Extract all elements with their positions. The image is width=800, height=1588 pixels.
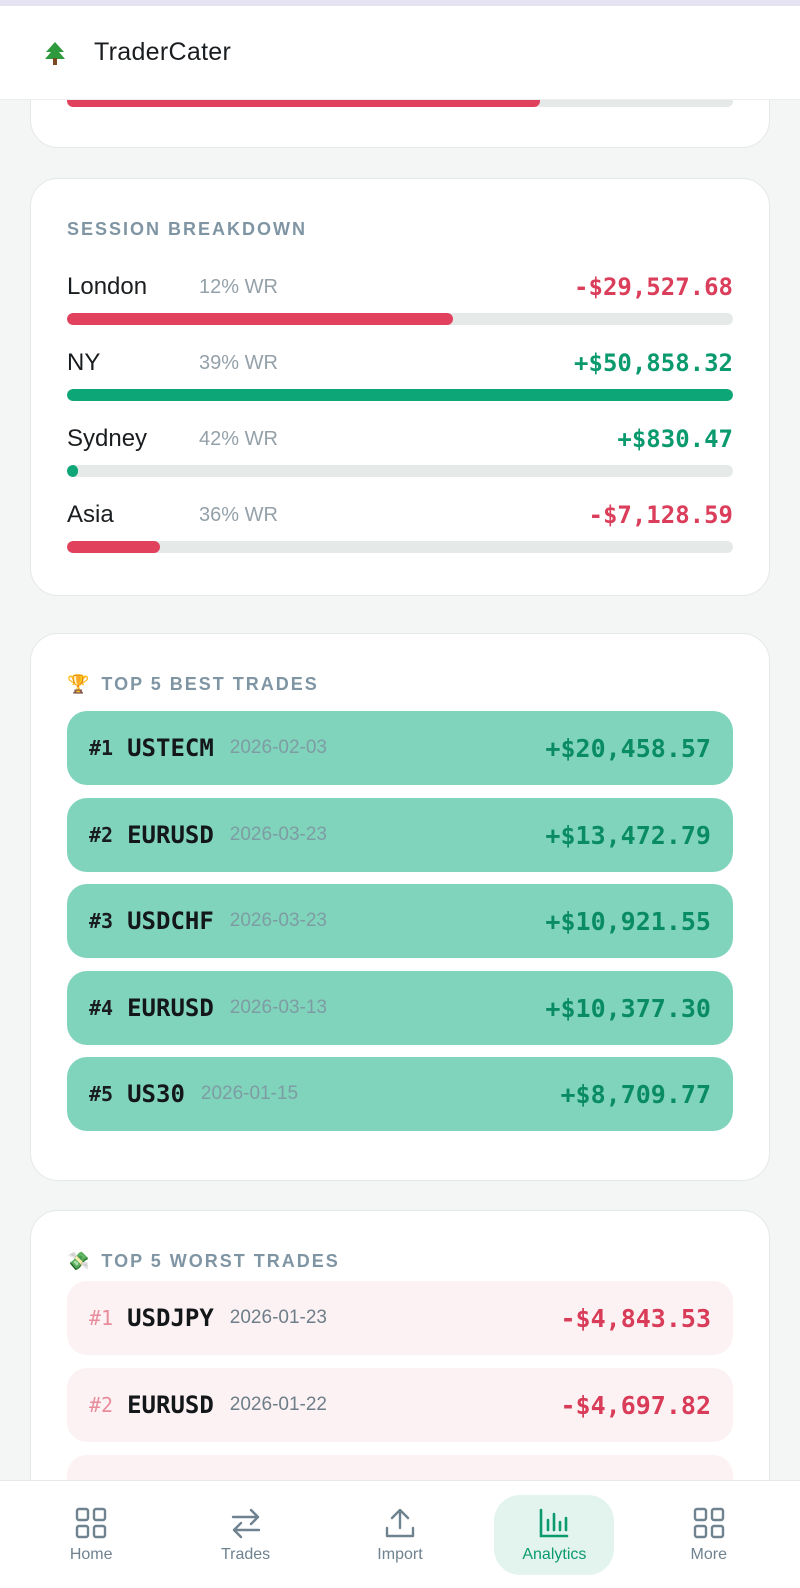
- nav-label: Import: [377, 1545, 423, 1563]
- nav-item-import[interactable]: Import: [340, 1495, 460, 1575]
- session-row-london: London 12% WR -$29,527.68: [67, 273, 733, 313]
- session-row-ny: NY 39% WR +$50,858.32: [67, 349, 733, 389]
- trade-symbol: EURUSD: [127, 821, 214, 849]
- grid-icon: [693, 1507, 724, 1538]
- best-trades-title: TOP 5 BEST TRADES: [101, 674, 319, 694]
- session-breakdown-card: SESSION BREAKDOWN London 12% WR -$29,527…: [30, 178, 770, 596]
- trade-symbol: US30: [127, 1080, 185, 1108]
- session-win-rate: 12% WR: [199, 276, 278, 298]
- trade-symbol: EURUSD: [127, 994, 214, 1022]
- trade-symbol: USDJPY: [127, 1304, 214, 1332]
- best-trade-row[interactable]: #1 USTECM 2026-02-03 +$20,458.57: [67, 711, 733, 785]
- trade-symbol: USDCHF: [127, 907, 214, 935]
- section-title-session-breakdown: SESSION BREAKDOWN: [67, 219, 308, 239]
- nav-item-home[interactable]: Home: [31, 1495, 151, 1575]
- upload-icon: [385, 1508, 415, 1537]
- swap-arrows-icon: [231, 1508, 260, 1538]
- worst-trade-row-partial[interactable]: [67, 1455, 733, 1480]
- trade-amount: +$10,377.30: [545, 993, 711, 1023]
- bar-chart-icon: [540, 1508, 569, 1537]
- session-name: Asia: [67, 501, 114, 528]
- trade-rank: #4: [89, 996, 114, 1020]
- bottom-nav: Home Trades Import Analytics More: [0, 1480, 800, 1588]
- nav-item-trades[interactable]: Trades: [186, 1495, 306, 1575]
- nav-label: Home: [69, 1545, 113, 1563]
- trade-amount: +$13,472.79: [545, 820, 711, 850]
- trade-date: 2026-01-15: [200, 1083, 299, 1104]
- session-name: London: [67, 273, 148, 300]
- worst-trades-title: TOP 5 WORST TRADES: [101, 1251, 340, 1271]
- nav-item-more[interactable]: More: [649, 1495, 769, 1575]
- section-title-worst-trades: 💸 TOP 5 WORST TRADES: [67, 1251, 340, 1272]
- app-header: TraderCater: [0, 6, 800, 100]
- nav-item-analytics[interactable]: Analytics: [494, 1494, 615, 1575]
- session-row-asia: Asia 36% WR -$7,128.59: [67, 501, 733, 541]
- session-amount: +$830.47: [617, 425, 733, 453]
- session-name: Sydney: [67, 425, 148, 452]
- session-win-rate: 36% WR: [199, 504, 278, 526]
- best-trade-row[interactable]: #2 EURUSD 2026-03-23 +$13,472.79: [67, 798, 733, 872]
- trade-date: 2026-03-23: [229, 910, 327, 931]
- session-bar-track-ny: [67, 389, 733, 401]
- section-title-best-trades: 🏆 TOP 5 BEST TRADES: [67, 674, 319, 695]
- trophy-icon: 🏆: [67, 674, 92, 694]
- trade-amount: +$20,458.57: [545, 733, 711, 763]
- trade-rank: #1: [89, 736, 114, 760]
- best-trades-card: 🏆 TOP 5 BEST TRADES #1 USTECM 2026-02-03…: [30, 633, 770, 1181]
- nav-label: Trades: [220, 1545, 271, 1563]
- trade-rank: #1: [89, 1306, 114, 1330]
- session-bar-track-sydney: [67, 465, 733, 477]
- trade-symbol: USTECM: [127, 734, 214, 762]
- session-bar-track-asia: [67, 541, 733, 553]
- session-amount: -$7,128.59: [588, 501, 734, 529]
- trade-amount: +$8,709.77: [560, 1079, 711, 1109]
- tree-icon: [45, 41, 65, 65]
- nav-label: More: [690, 1545, 727, 1563]
- trade-amount: -$4,843.53: [560, 1303, 711, 1333]
- trade-amount: +$10,921.55: [545, 906, 711, 936]
- session-amount: +$50,858.32: [574, 349, 733, 377]
- worst-trade-row[interactable]: #2 EURUSD 2026-01-22 -$4,697.82: [67, 1368, 733, 1442]
- money-wings-icon: 💸: [67, 1251, 92, 1271]
- worst-trade-row[interactable]: #1 USDJPY 2026-01-23 -$4,843.53: [67, 1281, 733, 1355]
- session-name: NY: [67, 349, 101, 376]
- trade-date: 2026-01-23: [229, 1307, 327, 1328]
- trade-symbol: EURUSD: [127, 1391, 214, 1419]
- session-bar-fill: [67, 541, 161, 553]
- session-amount: -$29,527.68: [574, 273, 733, 301]
- trade-amount: -$4,697.82: [560, 1390, 711, 1420]
- trade-date: 2026-03-23: [229, 824, 327, 845]
- grid-icon: [75, 1507, 107, 1538]
- trade-date: 2026-02-03: [229, 737, 327, 758]
- trade-rank: #2: [89, 823, 114, 847]
- nav-label: Analytics: [522, 1545, 587, 1563]
- best-trade-row[interactable]: #5 US30 2026-01-15 +$8,709.77: [67, 1057, 733, 1131]
- analytics-scroll-area[interactable]: SESSION BREAKDOWN London 12% WR -$29,527…: [0, 0, 800, 1480]
- best-trade-row[interactable]: #4 EURUSD 2026-03-13 +$10,377.30: [67, 971, 733, 1045]
- session-bar-fill: [67, 389, 733, 401]
- session-bar-fill: [67, 313, 454, 325]
- trade-rank: #2: [89, 1393, 114, 1417]
- trade-rank: #3: [89, 909, 114, 933]
- session-bar-fill: [67, 465, 78, 477]
- session-bar-track-london: [67, 313, 733, 325]
- session-win-rate: 39% WR: [199, 352, 278, 374]
- trade-date: 2026-03-13: [229, 997, 327, 1018]
- session-win-rate: 42% WR: [199, 428, 278, 450]
- worst-trades-card: 💸 TOP 5 WORST TRADES #1 USDJPY 2026-01-2…: [30, 1210, 770, 1480]
- trade-rank: #5: [89, 1082, 114, 1106]
- trade-date: 2026-01-22: [229, 1394, 327, 1415]
- app-title: TraderCater: [94, 38, 232, 66]
- best-trade-row[interactable]: #3 USDCHF 2026-03-23 +$10,921.55: [67, 884, 733, 958]
- session-row-sydney: Sydney 42% WR +$830.47: [67, 425, 733, 465]
